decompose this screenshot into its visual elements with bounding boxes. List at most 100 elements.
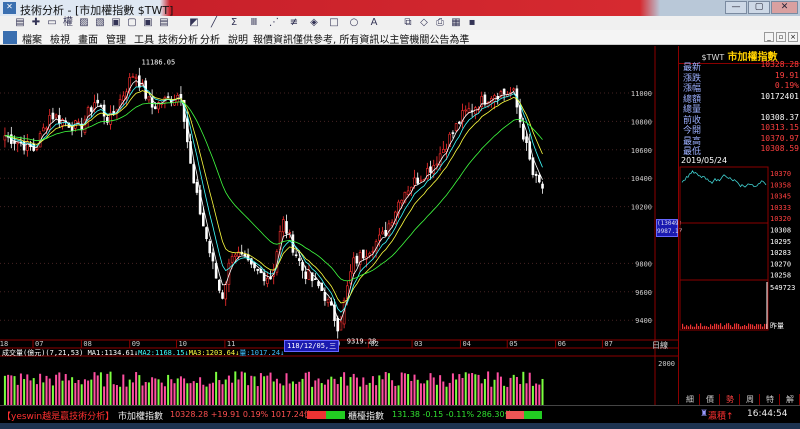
- toolbar: ▤ ✚ ▭ 權 ▨ ▧ ▣ ▢ ▣ ▤ ◩ ╱ Σ Ⅲ ⋰ ≢ ◈ □ ○ A ⧉ ◇ ⎙ ▦ ▪: [0, 16, 800, 30]
- volume-bar: [16, 384, 19, 405]
- legend-part: MA2:1168.15↓: [138, 349, 189, 357]
- menu-5[interactable]: 技術分析: [158, 31, 198, 46]
- fib-icon[interactable]: Σ: [228, 17, 240, 29]
- volume-bar: [243, 372, 246, 405]
- menu-2[interactable]: 畫面: [78, 31, 98, 46]
- quote-tab-4[interactable]: 特: [761, 394, 780, 405]
- volume-bar: [506, 386, 509, 405]
- rect-icon[interactable]: □: [328, 17, 340, 29]
- rights-icon[interactable]: 權: [62, 17, 74, 29]
- color-icon[interactable]: ▦: [450, 17, 462, 29]
- menu-0[interactable]: 檔案: [22, 31, 42, 46]
- volume-bar: [80, 384, 83, 405]
- intraday-chart[interactable]: 10370 10358 10345 10333 10320 10308 10295 10283…: [679, 166, 800, 406]
- diamond-icon[interactable]: ◈: [308, 17, 320, 29]
- volume-bar: [87, 380, 90, 405]
- intraday-volume-bar: [700, 323, 702, 329]
- intraday-volume-bar: [718, 324, 720, 329]
- period-label[interactable]: 日線: [652, 340, 668, 351]
- child-restore-button[interactable]: ▫: [776, 32, 786, 42]
- draw-icon[interactable]: ◩: [188, 17, 200, 29]
- crosshair-icon[interactable]: ✚: [30, 17, 42, 29]
- volume-bar: [371, 376, 374, 405]
- window2-icon[interactable]: ▢: [126, 17, 138, 29]
- volume-bar: [115, 385, 118, 405]
- menu-3[interactable]: 管理: [106, 31, 126, 46]
- volume-bar: [490, 386, 493, 405]
- layout-icon[interactable]: ▤: [14, 17, 26, 29]
- volume-bar: [327, 379, 330, 405]
- menu-1[interactable]: 檢視: [50, 31, 70, 46]
- alert-label[interactable]: 瀛積↑: [708, 409, 734, 422]
- chart-red-icon[interactable]: ▨: [78, 17, 90, 29]
- y-tick-label: 10200: [631, 204, 652, 212]
- menu-6[interactable]: 分析: [200, 31, 220, 46]
- minimize-button[interactable]: —: [725, 1, 747, 14]
- quote-tab-2[interactable]: 勢: [721, 394, 740, 405]
- window3-icon[interactable]: ▣: [142, 17, 154, 29]
- quote-row: 漲幅 0.19%: [683, 81, 799, 94]
- volume-bar: [471, 372, 474, 405]
- quote-row-value: 10328.28: [760, 60, 799, 69]
- candle-body: [51, 112, 55, 120]
- line-icon[interactable]: ╱: [208, 17, 220, 29]
- volume-bar: [13, 376, 16, 405]
- close-button[interactable]: ✕: [771, 1, 798, 14]
- quote-tab-1[interactable]: 價: [701, 394, 720, 405]
- candle-body: [419, 179, 423, 182]
- child-minimize-button[interactable]: _: [764, 32, 774, 42]
- channel-icon[interactable]: ≢: [288, 17, 300, 29]
- mini-tick: 10308: [770, 227, 791, 235]
- volume-bar: [170, 379, 173, 405]
- volume-bar: [45, 375, 48, 405]
- candle-body: [285, 221, 288, 234]
- minus-icon[interactable]: ▭: [46, 17, 58, 29]
- text-icon[interactable]: A: [368, 17, 380, 29]
- volume-bar: [343, 372, 346, 405]
- candle-body: [381, 231, 384, 235]
- fan-icon[interactable]: ⋰: [268, 17, 280, 29]
- intraday-volume-bar: [724, 325, 726, 329]
- child-close-button[interactable]: ×: [788, 32, 798, 42]
- eraser-icon[interactable]: ◇: [418, 17, 430, 29]
- menu-4[interactable]: 工具: [134, 31, 154, 46]
- candle-body: [45, 127, 48, 130]
- chart-frame: [679, 166, 769, 224]
- volume-bar: [474, 374, 477, 405]
- ellipse-icon[interactable]: ○: [348, 17, 360, 29]
- intraday-volume-bar: [764, 323, 766, 329]
- volume-bar: [99, 372, 102, 405]
- maximize-button[interactable]: ▢: [748, 1, 770, 14]
- quote-tab-5[interactable]: 解: [781, 394, 800, 405]
- menu-7[interactable]: 說明: [228, 31, 248, 46]
- volume-bar: [67, 380, 70, 405]
- candle-body: [413, 177, 416, 186]
- quote-tab-3[interactable]: 周: [741, 394, 760, 405]
- x-tick-label: 04: [462, 340, 470, 348]
- volume-bar: [234, 371, 237, 405]
- volume-bar: [275, 378, 278, 405]
- quote-row: 今開 10313.15: [683, 123, 799, 136]
- volume-bar: [157, 379, 160, 405]
- save-icon[interactable]: ▪: [466, 17, 478, 29]
- candle-body: [214, 263, 218, 279]
- chart-green-icon[interactable]: ▧: [94, 17, 106, 29]
- copy-icon[interactable]: ⧉: [402, 17, 414, 29]
- print-icon[interactable]: ⎙: [434, 17, 446, 29]
- quote-tab-0[interactable]: 細: [681, 394, 700, 405]
- bell-icon[interactable]: ♜: [700, 409, 708, 419]
- volume-bar: [125, 386, 128, 405]
- intraday-volume-bar: [746, 325, 748, 329]
- volume-bar: [339, 376, 342, 405]
- intraday-volume-bar: [704, 325, 706, 329]
- volume-bar: [391, 380, 394, 405]
- candle-body: [304, 271, 308, 280]
- candle-body: [54, 114, 58, 118]
- candle-body: [416, 177, 420, 184]
- clock: 16:44:54: [747, 409, 788, 419]
- vlines-icon[interactable]: Ⅲ: [248, 17, 260, 29]
- volume-bar: [359, 386, 362, 405]
- volume-bar: [189, 383, 192, 405]
- window1-icon[interactable]: ▣: [110, 17, 122, 29]
- window4-icon[interactable]: ▤: [158, 17, 170, 29]
